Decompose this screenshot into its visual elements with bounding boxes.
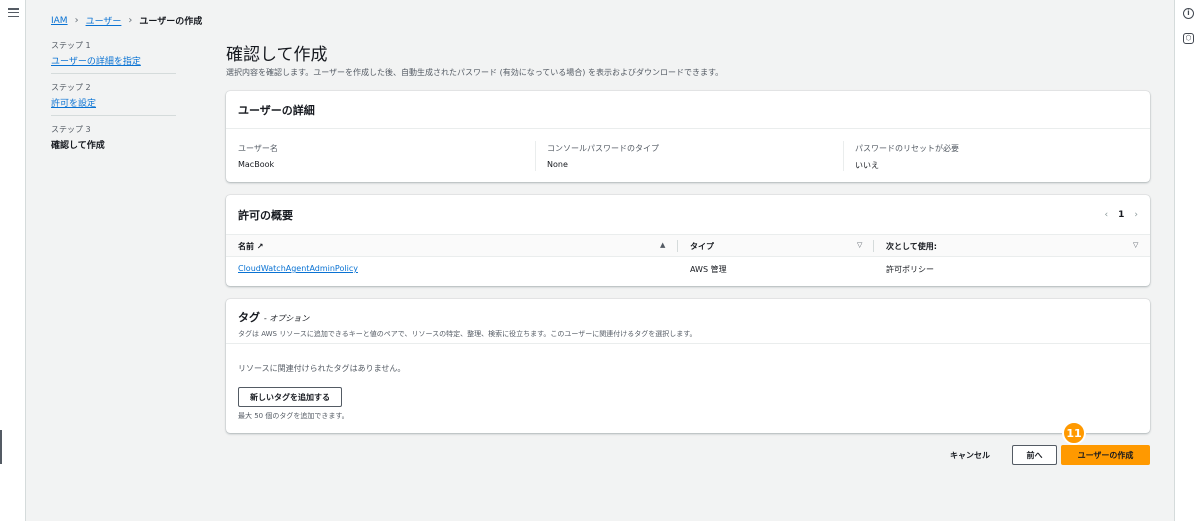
settings-icon[interactable]: ⬡ — [1183, 33, 1194, 44]
step-number: ステップ 1 — [51, 41, 91, 50]
optional-label: - オプション — [263, 314, 310, 323]
chevron-right-icon[interactable]: › — [1134, 210, 1138, 220]
breadcrumb-iam[interactable]: IAM — [51, 16, 68, 26]
step-1: ステップ 1 ユーザーの詳細を指定 — [51, 40, 176, 74]
column-header-used-as[interactable]: 次として使用: — [886, 241, 937, 252]
panel-title: ユーザーの詳細 — [238, 103, 315, 117]
step-link-user-details[interactable]: ユーザーの詳細を指定 — [51, 54, 176, 67]
policy-link[interactable]: CloudWatchAgentAdminPolicy — [238, 264, 358, 273]
previous-button[interactable]: 前へ — [1012, 445, 1057, 465]
divider — [535, 141, 536, 171]
step-annotation-badge: 11 — [1062, 421, 1086, 445]
table-row: CloudWatchAgentAdminPolicy AWS 管理 許可ポリシー — [226, 257, 1150, 281]
field-value: None — [547, 160, 568, 169]
field-label: コンソールパスワードのタイプ — [547, 144, 659, 153]
breadcrumb-current: ユーザーの作成 — [139, 17, 203, 27]
external-link-icon: ↗ — [256, 242, 264, 251]
chevron-right-icon: › — [74, 15, 79, 26]
user-details-panel: ユーザーの詳細 ユーザー名 MacBook コンソールパスワードのタイプ Non… — [226, 91, 1150, 182]
right-toolbar: i ⬡ — [1174, 0, 1200, 521]
step-2: ステップ 2 許可を設定 — [51, 82, 176, 116]
field-label: ユーザー名 — [238, 144, 278, 153]
tags-description: タグは AWS リソースに追加できるキーと値のペアで、リソースの特定、整理、検索… — [238, 330, 697, 338]
policy-usage: 許可ポリシー — [886, 265, 934, 274]
cancel-button[interactable]: キャンセル — [950, 450, 990, 461]
column-header-name[interactable]: 名前 ↗ — [238, 241, 264, 252]
step-3: ステップ 3 確認して作成 — [51, 124, 176, 157]
panel-title: タグ - オプション — [238, 311, 310, 324]
tags-header: タグ - オプション タグは AWS リソースに追加できるキーと値のペアで、リソ… — [226, 299, 1150, 344]
field-value: MacBook — [238, 160, 275, 169]
step-current-review: 確認して作成 — [51, 141, 105, 151]
policy-type: AWS 管理 — [690, 265, 727, 274]
panel-title: 許可の概要 — [238, 208, 293, 222]
sort-icon[interactable]: ▽ — [857, 241, 862, 249]
column-divider — [873, 240, 874, 252]
no-tags-message: リソースに関連付けられたタグはありません。 — [238, 364, 406, 373]
field-console-password-type: コンソールパスワードのタイプ None — [547, 143, 659, 169]
add-tag-button[interactable]: 新しいタグを追加する — [238, 387, 342, 407]
tags-panel: タグ - オプション タグは AWS リソースに追加できるキーと値のペアで、リソ… — [226, 299, 1150, 433]
sort-icon[interactable]: ▽ — [1133, 241, 1138, 249]
page-number[interactable]: 1 — [1118, 210, 1124, 220]
step-number: ステップ 3 — [51, 125, 91, 134]
permissions-summary-panel: 許可の概要 ‹ 1 › 名前 ↗ ▲ タイプ ▽ 次として使用: ▽ Cloud… — [226, 195, 1150, 286]
sort-ascending-icon[interactable]: ▲ — [660, 241, 665, 249]
column-header-type[interactable]: タイプ — [690, 241, 714, 252]
page-title: 確認して作成 — [226, 45, 328, 65]
menu-icon[interactable] — [8, 8, 19, 18]
field-label: パスワードのリセットが必要 — [855, 144, 959, 153]
info-icon[interactable]: i — [1183, 8, 1194, 19]
create-user-button[interactable]: ユーザーの作成 — [1061, 445, 1150, 465]
step-number: ステップ 2 — [51, 83, 91, 92]
tag-limit-hint: 最大 50 個のタグを追加できます。 — [238, 412, 349, 420]
field-password-reset: パスワードのリセットが必要 いいえ — [855, 143, 959, 171]
step-link-permissions[interactable]: 許可を設定 — [51, 96, 176, 109]
side-marker — [0, 430, 2, 464]
breadcrumb-users[interactable]: ユーザー — [86, 14, 122, 27]
chevron-left-icon[interactable]: ‹ — [1105, 210, 1109, 220]
field-username: ユーザー名 MacBook — [238, 143, 278, 169]
field-value: いいえ — [855, 161, 879, 170]
left-toolbar — [0, 0, 26, 521]
page-description: 選択内容を確認します。ユーザーを作成した後、自動生成されたパスワード (有効にな… — [226, 68, 724, 77]
breadcrumb: IAM › ユーザー › ユーザーの作成 — [51, 14, 202, 27]
column-divider — [677, 240, 678, 252]
chevron-right-icon: › — [128, 15, 133, 26]
wizard-steps: ステップ 1 ユーザーの詳細を指定 ステップ 2 許可を設定 ステップ 3 確認… — [51, 40, 176, 165]
table-header: 名前 ↗ ▲ タイプ ▽ 次として使用: ▽ — [226, 235, 1150, 257]
divider — [843, 141, 844, 171]
pagination: ‹ 1 › — [1105, 210, 1138, 220]
